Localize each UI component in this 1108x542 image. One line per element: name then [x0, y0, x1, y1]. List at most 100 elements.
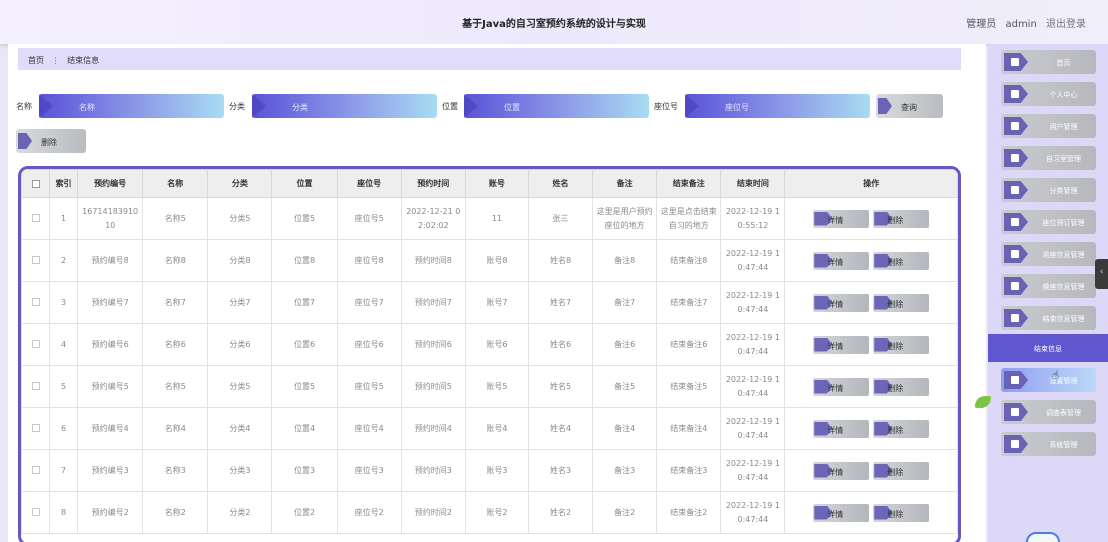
row-select[interactable] — [21, 197, 51, 240]
header-account: 账号 — [464, 169, 529, 198]
seat-cell: 座位号7 — [336, 281, 402, 324]
detail-button[interactable]: 详情 — [813, 377, 870, 396]
sidebar-item-label: 系统管理 — [1049, 441, 1078, 449]
account-cell: 账号3 — [464, 449, 529, 492]
seat-input[interactable]: 座位号 — [685, 94, 870, 118]
row-select[interactable] — [21, 365, 51, 408]
sidebar-item-10[interactable]: 设置管理 — [1001, 368, 1096, 392]
position-input[interactable]: 位置 — [464, 94, 649, 118]
booking-time-cell: 预约时间6 — [400, 323, 466, 366]
checkbox[interactable] — [31, 466, 40, 474]
detail-button[interactable]: 详情 — [813, 209, 870, 228]
end-note-cell: 结束备注2 — [656, 491, 722, 534]
person-name-cell: 姓名2 — [527, 491, 594, 534]
delete-button[interactable]: 删除 — [873, 503, 930, 522]
sidebar-item-0[interactable]: 首页 — [1001, 50, 1096, 74]
sidebar-item-11[interactable]: 调查表管理 — [1001, 400, 1096, 424]
table-row: 2 预约编号8 名称8 分类8 位置8 座位号8 预约时间8 账号8 姓名8 备注8 结束备注8 20… — [21, 239, 958, 282]
collapse-sidebar-button[interactable]: ‹ — [1095, 259, 1108, 289]
category-cell: 分类4 — [207, 407, 273, 450]
delete-button[interactable]: 删除 — [873, 419, 930, 438]
sidebar-item-label: 结束信息 — [1034, 345, 1062, 353]
delete-button[interactable]: 删除 — [873, 335, 930, 354]
actions-cell: 详情 删除 — [784, 449, 958, 492]
table-row: 4 预约编号6 名称6 分类6 位置6 座位号6 预约时间6 账号6 姓名6 备注6 结束备注6 20… — [21, 323, 958, 366]
end-note-cell: 结束备注4 — [656, 407, 722, 450]
end-note-cell: 结束备注8 — [656, 239, 722, 282]
delete-button[interactable]: 删除 — [873, 251, 930, 270]
sidebar-item-3[interactable]: 自习室管理 — [1001, 146, 1096, 170]
settings-icon — [1004, 371, 1028, 389]
sidebar-item-1[interactable]: 个人中心 — [1001, 82, 1096, 106]
row-select[interactable] — [21, 239, 51, 282]
delete-button[interactable]: 删除 — [873, 293, 930, 312]
row-select[interactable] — [21, 323, 51, 366]
detail-button[interactable]: 详情 — [813, 335, 870, 354]
detail-button[interactable]: 详情 — [813, 503, 870, 522]
header-note: 备注 — [592, 169, 658, 198]
person-name-cell: 姓名5 — [527, 365, 594, 408]
sidebar-item-label: 分类管理 — [1049, 187, 1078, 195]
row-select[interactable] — [21, 407, 51, 450]
account-cell: 账号4 — [464, 407, 529, 450]
checkbox[interactable] — [31, 382, 40, 390]
checkbox[interactable] — [31, 256, 40, 264]
cursor-icon: ☝ — [1052, 368, 1060, 382]
checkbox[interactable] — [31, 340, 40, 348]
name-input[interactable]: 名称 — [39, 94, 224, 118]
detail-button[interactable]: 详情 — [813, 293, 870, 312]
delete-button-label: 删除 — [887, 383, 904, 393]
booking-no-cell: 预约编号7 — [77, 281, 144, 324]
sidebar-item-6[interactable]: 退座信息管理 — [1001, 242, 1096, 266]
delete-button[interactable]: 删除 — [873, 461, 930, 480]
sidebar-item-8[interactable]: 结束信息管理 — [1001, 306, 1096, 330]
header-seat: 座位号 — [336, 169, 402, 198]
delete-button-label: 删除 — [887, 257, 904, 267]
chat-bubble-icon[interactable] — [1026, 532, 1060, 542]
sidebar-item-5[interactable]: 座位预订管理 — [1001, 210, 1096, 234]
sidebar-item-4[interactable]: 分类管理 — [1001, 178, 1096, 202]
sidebar-item-9[interactable]: 结束信息 — [988, 334, 1108, 362]
seat-cell: 座位号8 — [336, 239, 402, 282]
actions-cell: 详情 删除 — [784, 491, 958, 534]
delete-button[interactable]: 删除 — [873, 209, 930, 228]
person-name-cell: 姓名4 — [527, 407, 594, 450]
note-cell: 备注8 — [592, 239, 658, 282]
sidebar-item-7[interactable]: 换座信息管理 — [1001, 274, 1096, 298]
checkbox[interactable] — [31, 179, 40, 188]
checkbox[interactable] — [31, 214, 40, 222]
name-cell: 名称4 — [142, 407, 209, 450]
sidebar-item-2[interactable]: 用户管理 — [1001, 114, 1096, 138]
query-button[interactable]: 查询 — [876, 94, 943, 118]
logout-link[interactable]: 退出登录 — [1046, 19, 1086, 30]
batch-delete-button[interactable]: 删除 — [16, 129, 86, 153]
category-cell: 分类7 — [207, 281, 273, 324]
actions-cell: 详情 删除 — [784, 197, 958, 240]
actions-cell: 详情 删除 — [784, 407, 958, 450]
detail-button[interactable]: 详情 — [813, 419, 870, 438]
category-input[interactable]: 分类 — [252, 94, 437, 118]
checkbox[interactable] — [31, 298, 40, 306]
row-select[interactable] — [21, 449, 51, 492]
detail-button-label: 详情 — [827, 299, 844, 309]
sidebar-item-12[interactable]: 系统管理 — [1001, 432, 1096, 456]
checkbox[interactable] — [31, 424, 40, 432]
position-cell: 位置5 — [271, 197, 338, 240]
seat-cell: 座位号6 — [336, 323, 402, 366]
row-select[interactable] — [21, 281, 51, 324]
account-cell: 账号7 — [464, 281, 529, 324]
row-select[interactable] — [21, 491, 51, 534]
header-select-all[interactable] — [21, 169, 51, 198]
table-row: 1 1671418391010 名称5 分类5 位置5 座位号5 2022-12-21 02… — [21, 197, 958, 240]
delete-button[interactable]: 删除 — [873, 377, 930, 396]
table-header-row: 索引 预约编号 名称 分类 位置 座位号 预约时间 账号 姓名 备注 结束备注 … — [21, 169, 958, 198]
detail-button[interactable]: 详情 — [813, 461, 870, 480]
header-end-note: 结束备注 — [656, 169, 722, 198]
sidebar-item-label: 调查表管理 — [1046, 409, 1081, 417]
breadcrumb-home[interactable]: 首页 — [28, 56, 44, 65]
detail-button[interactable]: 详情 — [813, 251, 870, 270]
note-cell: 备注4 — [592, 407, 658, 450]
detail-button-label: 详情 — [827, 509, 844, 519]
checkbox[interactable] — [31, 508, 40, 516]
grid-icon — [1004, 181, 1028, 199]
